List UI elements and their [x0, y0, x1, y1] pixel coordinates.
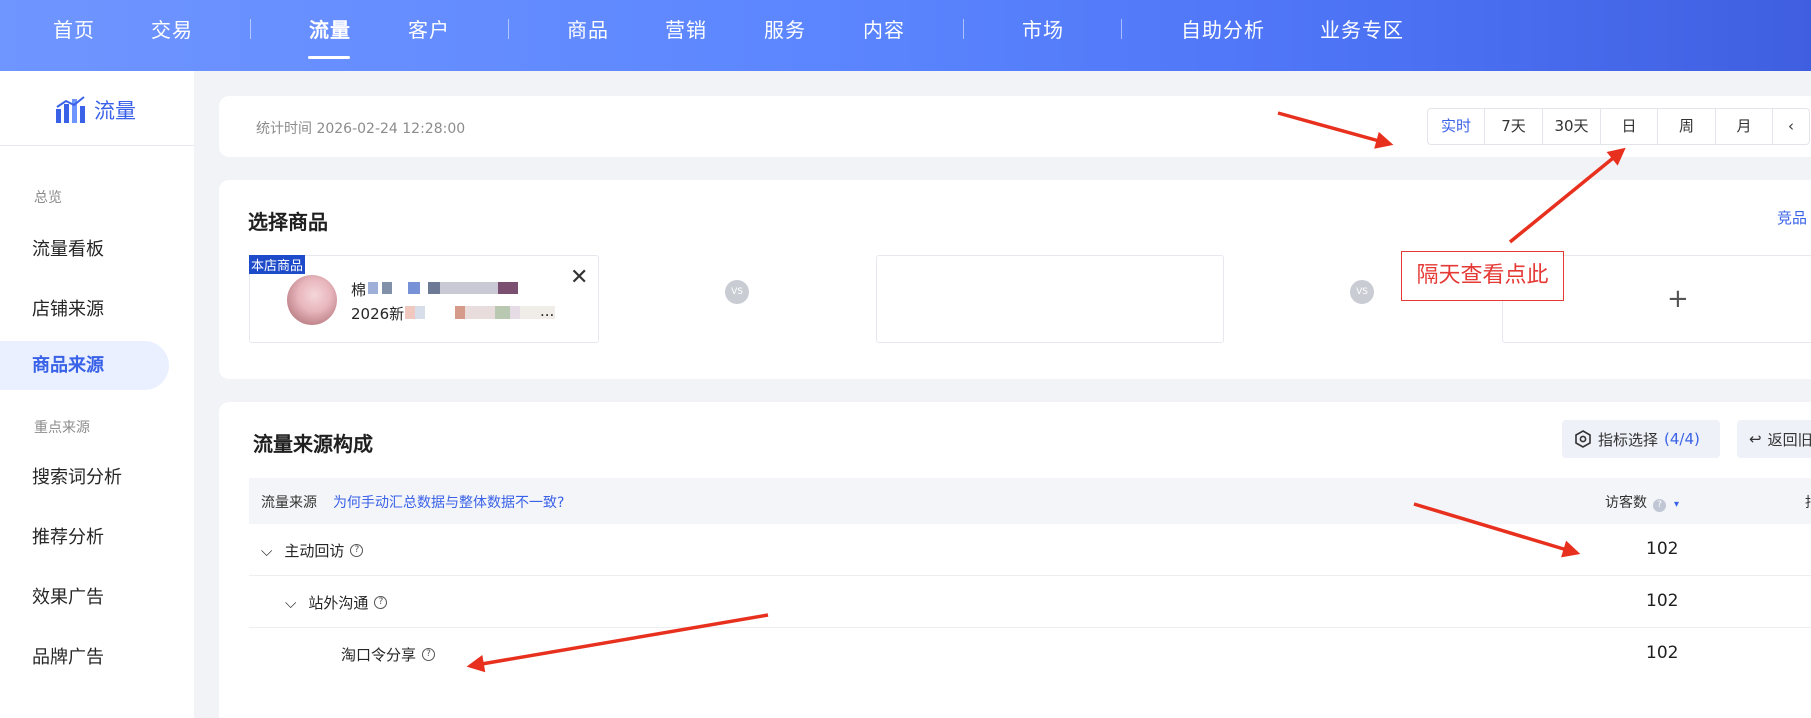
arrow — [1508, 147, 1626, 244]
arrow — [1413, 502, 1581, 558]
arrow — [1277, 111, 1394, 149]
annotation-arrows — [466, 111, 1626, 673]
arrow — [466, 613, 769, 673]
